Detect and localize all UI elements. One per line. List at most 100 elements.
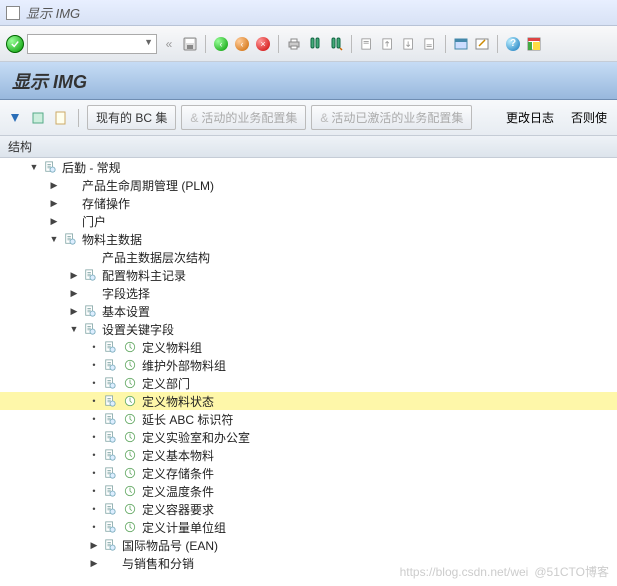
print-icon[interactable]	[285, 35, 303, 53]
tree-view[interactable]: ▼后勤 - 常规▶产品生命周期管理 (PLM)▶存储操作▶门户▼物料主数据产品主…	[0, 158, 617, 586]
execute-icon[interactable]	[122, 484, 138, 498]
expand-icon[interactable]: ▶	[68, 269, 80, 281]
save-icon[interactable]	[181, 35, 199, 53]
document-icon	[102, 358, 118, 372]
menu-title: 显示 IMG	[26, 3, 80, 22]
document-icon	[102, 394, 118, 408]
execute-icon[interactable]	[122, 502, 138, 516]
expand-icon[interactable]: ▶	[48, 179, 60, 191]
execute-icon[interactable]	[122, 394, 138, 408]
leaf-icon: •	[88, 431, 100, 443]
find-next-icon[interactable]	[327, 35, 345, 53]
expand-icon[interactable]: ▶	[68, 287, 80, 299]
execute-icon[interactable]	[122, 412, 138, 426]
collapse-icon[interactable]: ▼	[68, 323, 80, 335]
execute-icon[interactable]	[122, 430, 138, 444]
expand-icon[interactable]: ▶	[68, 305, 80, 317]
leaf-icon: •	[88, 521, 100, 533]
tree-row[interactable]: •定义部门	[0, 374, 617, 392]
tree-label: 门户	[82, 213, 106, 230]
tree-row[interactable]: • 定义实验室和办公室	[0, 428, 617, 446]
execute-icon[interactable]	[122, 340, 138, 354]
tree-row[interactable]: ▶字段选择	[0, 284, 617, 302]
expand-icon[interactable]: ▶	[88, 557, 100, 569]
session-new-icon[interactable]	[452, 35, 470, 53]
change-log-link[interactable]: 更改日志	[498, 109, 562, 126]
shortcut-icon[interactable]	[473, 35, 491, 53]
leaf-icon: •	[88, 377, 100, 389]
expand-icon[interactable]: ▶	[48, 215, 60, 227]
tree-row[interactable]: ▼后勤 - 常规	[0, 158, 617, 176]
layout-icon[interactable]	[525, 35, 543, 53]
tree-row[interactable]: ▶ 配置物料主记录	[0, 266, 617, 284]
tree-row[interactable]: ▶国际物品号 (EAN)	[0, 536, 617, 554]
ok-icon[interactable]	[6, 35, 24, 53]
tree-row[interactable]: ▼设置关键字段	[0, 320, 617, 338]
find-icon[interactable]	[306, 35, 324, 53]
execute-icon[interactable]	[122, 466, 138, 480]
tree-header: 结构	[0, 136, 617, 158]
document-icon	[42, 160, 58, 174]
collapse-icon[interactable]: ▼	[48, 233, 60, 245]
command-field[interactable]	[27, 34, 157, 54]
tree-row[interactable]: •定义计量单位组	[0, 518, 617, 536]
help-icon[interactable]: ?	[504, 35, 522, 53]
tree-row[interactable]: •定义温度条件	[0, 482, 617, 500]
tree-row[interactable]: ▶ 门户	[0, 212, 617, 230]
main-toolbar: « ‹ ‹ × ?	[0, 26, 617, 62]
document-icon	[62, 232, 78, 246]
leaf-icon: •	[88, 485, 100, 497]
document-icon	[102, 538, 118, 552]
legend-icon[interactable]	[29, 109, 47, 127]
execute-icon[interactable]	[122, 520, 138, 534]
tree-row[interactable]: ▶ 产品生命周期管理 (PLM)	[0, 176, 617, 194]
tree-label: 产品生命周期管理 (PLM)	[82, 177, 214, 194]
tree-row[interactable]: •定义物料组	[0, 338, 617, 356]
execute-icon[interactable]	[122, 376, 138, 390]
page-title: 显示 IMG	[12, 68, 87, 94]
nav-cancel-icon[interactable]: ×	[254, 35, 272, 53]
execute-icon[interactable]	[122, 358, 138, 372]
tree-label: 延长 ABC 标识符	[142, 411, 233, 428]
tree-row[interactable]: •定义物料状态	[0, 392, 617, 410]
back-icon[interactable]: «	[160, 35, 178, 53]
tree-label: 定义物料状态	[142, 393, 214, 410]
existing-bc-button[interactable]: 现有的 BC 集	[87, 105, 176, 130]
menu-icon[interactable]	[6, 6, 20, 20]
active-config-button[interactable]: &活动的业务配置集	[181, 105, 306, 130]
tree-row[interactable]: ▼物料主数据	[0, 230, 617, 248]
document-icon	[102, 502, 118, 516]
tree-row[interactable]: ▶基本设置	[0, 302, 617, 320]
tree-row[interactable]: 产品主数据层次结构	[0, 248, 617, 266]
collapse-icon[interactable]: ▼	[28, 161, 40, 173]
tree-row[interactable]: •定义基本物料	[0, 446, 617, 464]
tree-label: 定义基本物料	[142, 447, 214, 464]
nav-back-icon[interactable]: ‹	[212, 35, 230, 53]
page-first-icon[interactable]	[358, 35, 376, 53]
nav-exit-icon[interactable]: ‹	[233, 35, 251, 53]
expand-icon[interactable]: ▶	[48, 197, 60, 209]
document-icon	[102, 340, 118, 354]
tree-row[interactable]: •维护外部物料组	[0, 356, 617, 374]
tree-row[interactable]: ▶ 与销售和分销	[0, 554, 617, 572]
tree-row[interactable]: •延长 ABC 标识符	[0, 410, 617, 428]
tree-row[interactable]: •定义容器要求	[0, 500, 617, 518]
page-up-icon[interactable]	[379, 35, 397, 53]
execute-icon[interactable]	[122, 448, 138, 462]
page-down-icon[interactable]	[400, 35, 418, 53]
notes-icon[interactable]	[52, 109, 70, 127]
page-title-bar: 显示 IMG	[0, 62, 617, 100]
tree-row[interactable]: ▶存储操作	[0, 194, 617, 212]
tree-row[interactable]: •定义存储条件	[0, 464, 617, 482]
tree-label: 定义存储条件	[142, 465, 214, 482]
tree-label: 定义实验室和办公室	[142, 429, 250, 446]
tree-label: 配置物料主记录	[102, 267, 186, 284]
tree-label: 与销售和分销	[122, 555, 194, 572]
other-use-link[interactable]: 否则使	[567, 109, 611, 126]
document-icon	[102, 412, 118, 426]
page-last-icon[interactable]	[421, 35, 439, 53]
expand-all-icon[interactable]	[6, 109, 24, 127]
expand-icon[interactable]: ▶	[88, 539, 100, 551]
activated-config-button[interactable]: &活动已激活的业务配置集	[311, 105, 472, 130]
document-icon	[102, 466, 118, 480]
